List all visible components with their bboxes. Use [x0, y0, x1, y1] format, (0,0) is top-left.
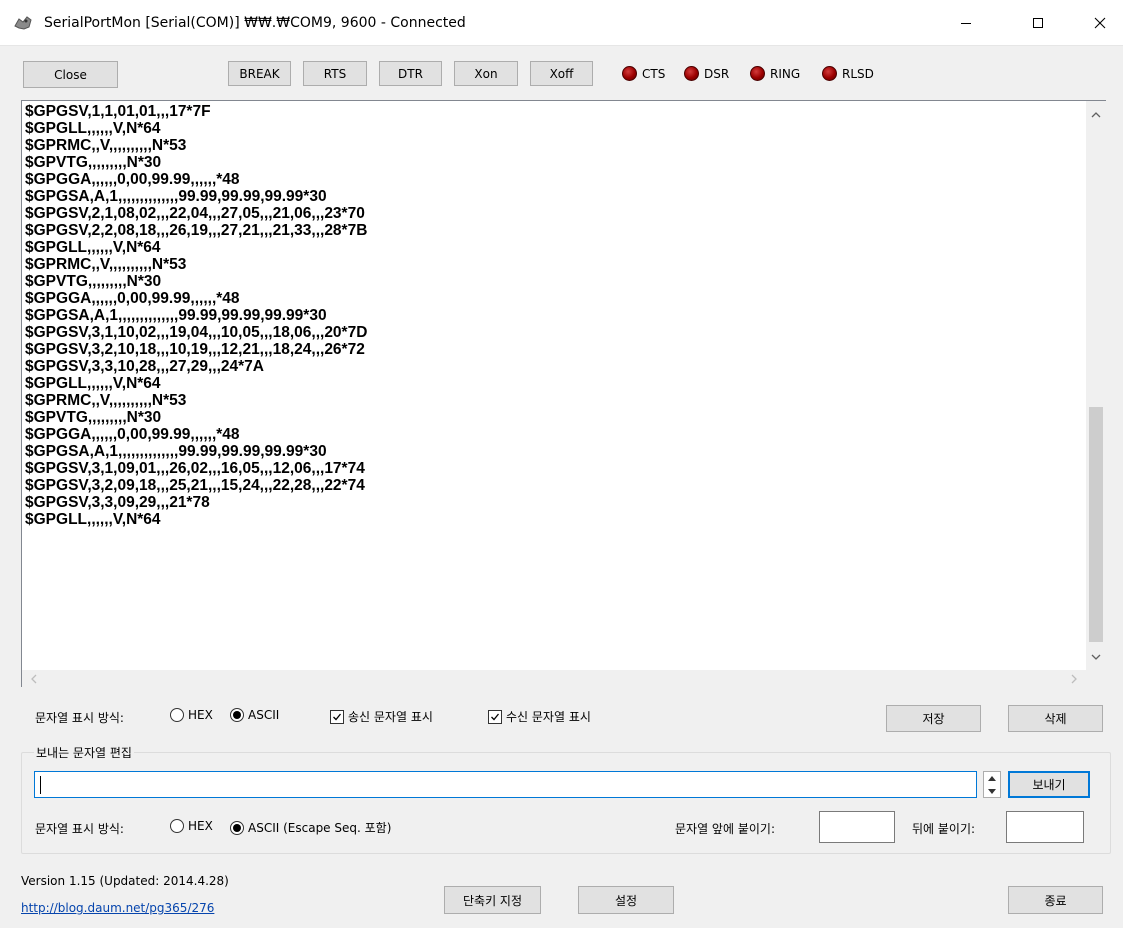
output-line: $GPGSV,3,1,10,02,,,19,04,,,10,05,,,18,06… [25, 324, 368, 341]
minimize-icon [961, 23, 971, 24]
output-line: $GPGGA,,,,,,0,00,99.99,,,,,,*48 [25, 426, 240, 443]
checkbox-checked-icon [488, 709, 502, 724]
blog-link[interactable]: http://blog.daum.net/pg365/276 [21, 901, 214, 915]
history-spinner[interactable] [983, 771, 1001, 798]
vertical-scroll-thumb[interactable] [1089, 407, 1103, 642]
vertical-scrollbar[interactable] [1086, 101, 1106, 670]
scroll-up-icon[interactable] [1090, 109, 1102, 121]
output-line: $GPGSA,A,1,,,,,,,,,,,,,,99.99,99.99,99.9… [25, 443, 327, 460]
dtr-button[interactable]: DTR [379, 61, 442, 86]
output-line: $GPGSV,3,2,10,18,,,10,19,,,12,21,,,18,24… [25, 341, 365, 358]
output-line: $GPGGA,,,,,,0,00,99.99,,,,,,*48 [25, 290, 240, 307]
cts-indicator: CTS [622, 66, 665, 81]
send-mode-label: 문자열 표시 방식: [35, 822, 124, 836]
xon-button[interactable]: Xon [454, 61, 518, 86]
rlsd-indicator: RLSD [822, 66, 874, 81]
send-string-input[interactable] [34, 771, 977, 798]
show-received-checkbox[interactable]: 수신 문자열 표시 [488, 708, 591, 725]
save-button[interactable]: 저장 [886, 705, 981, 732]
delete-button[interactable]: 삭제 [1008, 705, 1103, 732]
output-line: $GPVTG,,,,,,,,,N*30 [25, 409, 162, 426]
output-line: $GPGSV,3,1,09,01,,,26,02,,,16,05,,,12,06… [25, 460, 365, 477]
send-button[interactable]: 보내기 [1008, 771, 1090, 798]
output-line: $GPGSV,3,3,09,29,,,21*78 [25, 494, 210, 511]
received-output-area[interactable]: $GPGSV,1,1,01,01,,,17*7F $GPGLL,,,,,,V,N*… [21, 100, 1106, 687]
scroll-left-icon[interactable] [28, 673, 40, 685]
ring-indicator: RING [750, 66, 800, 81]
app-icon [14, 16, 32, 30]
output-line: $GPGGA,,,,,,0,00,99.99,,,,,,*48 [25, 171, 240, 188]
output-text[interactable]: $GPGSV,1,1,01,01,,,17*7F $GPGLL,,,,,,V,N*… [24, 103, 1085, 667]
dsr-indicator: DSR [684, 66, 729, 81]
output-line: $GPGLL,,,,,,V,N*64 [25, 375, 161, 392]
output-line: $GPGSA,A,1,,,,,,,,,,,,,,99.99,99.99,99.9… [25, 307, 327, 324]
output-line: $GPVTG,,,,,,,,,N*30 [25, 273, 162, 290]
output-line: $GPGLL,,,,,,V,N*64 [25, 239, 161, 256]
shortcut-button[interactable]: 단축키 지정 [444, 886, 541, 914]
output-line: $GPGSV,2,2,08,18,,,26,19,,,27,21,,,21,33… [25, 222, 368, 239]
led-icon [684, 66, 699, 81]
maximize-icon [1033, 18, 1043, 28]
radio-icon [170, 819, 184, 833]
radio-icon [170, 708, 184, 722]
spin-down-icon[interactable] [984, 785, 1000, 797]
led-icon [822, 66, 837, 81]
close-window-button[interactable] [1077, 0, 1123, 46]
minimize-button[interactable] [943, 0, 989, 46]
output-line: $GPRMC,,V,,,,,,,,,,N*53 [25, 392, 187, 409]
spin-up-icon[interactable] [984, 772, 1000, 784]
output-line: $GPRMC,,V,,,,,,,,,,N*53 [25, 256, 187, 273]
scroll-corner [1086, 670, 1106, 687]
show-sent-checkbox[interactable]: 송신 문자열 표시 [330, 708, 433, 725]
send-ascii-radio[interactable]: ASCII (Escape Seq. 포함) [230, 819, 391, 836]
scroll-down-icon[interactable] [1090, 651, 1102, 663]
output-line: $GPRMC,,V,,,,,,,,,,N*53 [25, 137, 187, 154]
title-bar[interactable]: SerialPortMon [Serial(COM)] ₩₩.₩COM9, 96… [0, 0, 1123, 46]
close-button[interactable]: Close [23, 61, 118, 88]
checkbox-checked-icon [330, 709, 344, 724]
display-ascii-radio[interactable]: ASCII [230, 708, 279, 722]
output-line: $GPVTG,,,,,,,,,N*30 [25, 154, 162, 171]
radio-checked-icon [230, 820, 244, 835]
output-line: $GPGSV,1,1,01,01,,,17*7F [25, 103, 211, 120]
version-text: Version 1.15 (Updated: 2014.4.28) [21, 874, 229, 888]
led-icon [622, 66, 637, 81]
prefix-label: 문자열 앞에 붙이기: [675, 822, 775, 836]
output-line: $GPGSV,3,3,10,28,,,27,29,,,24*7A [25, 358, 264, 375]
output-line: $GPGLL,,,,,,V,N*64 [25, 511, 161, 528]
led-icon [750, 66, 765, 81]
close-icon [1094, 17, 1106, 29]
display-mode-label: 문자열 표시 방식: [35, 711, 124, 725]
radio-checked-icon [230, 708, 244, 722]
output-line: $GPGSV,3,2,09,18,,,25,21,,,15,24,,,22,28… [25, 477, 365, 494]
prefix-input[interactable] [819, 811, 895, 843]
suffix-label: 뒤에 붙이기: [912, 822, 976, 836]
send-string-group [21, 752, 1111, 854]
send-group-title: 보내는 문자열 편집 [34, 744, 134, 761]
settings-button[interactable]: 설정 [578, 886, 674, 914]
text-caret [40, 776, 41, 794]
window-title: SerialPortMon [Serial(COM)] ₩₩.₩COM9, 96… [44, 15, 466, 31]
xoff-button[interactable]: Xoff [530, 61, 593, 86]
horizontal-scrollbar[interactable] [22, 670, 1086, 687]
break-button[interactable]: BREAK [228, 61, 291, 86]
send-hex-radio[interactable]: HEX [170, 819, 213, 833]
output-line: $GPGSA,A,1,,,,,,,,,,,,,,99.99,99.99,99.9… [25, 188, 327, 205]
maximize-button[interactable] [1015, 0, 1061, 46]
suffix-input[interactable] [1006, 811, 1084, 843]
exit-button[interactable]: 종료 [1008, 886, 1103, 914]
rts-button[interactable]: RTS [303, 61, 367, 86]
output-line: $GPGLL,,,,,,V,N*64 [25, 120, 161, 137]
scroll-right-icon[interactable] [1068, 673, 1080, 685]
display-hex-radio[interactable]: HEX [170, 708, 213, 722]
output-line: $GPGSV,2,1,08,02,,,22,04,,,27,05,,,21,06… [25, 205, 365, 222]
